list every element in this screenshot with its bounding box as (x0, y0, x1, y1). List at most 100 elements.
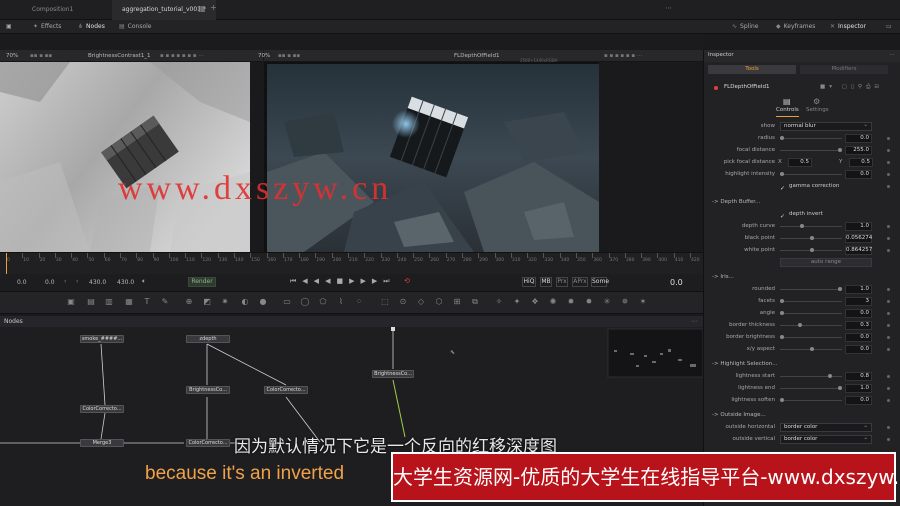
more-tabs-icon[interactable]: ⋯ (665, 4, 672, 12)
highlight-knob[interactable] (780, 172, 784, 176)
shape3d-tool-icon[interactable]: ⬡ (434, 297, 444, 307)
lightness-soften-knob[interactable] (780, 398, 784, 402)
lightness-start-keyframe-dot[interactable] (887, 375, 890, 378)
loader-tool-icon[interactable]: ▤ (86, 297, 96, 307)
light2-tool-icon[interactable]: ✦ (512, 297, 522, 307)
render3d-tool-icon[interactable]: ⧉ (470, 297, 480, 307)
show-dropdown[interactable]: normal blur (780, 122, 872, 131)
lightness-soften-value[interactable]: 0.0 (845, 396, 872, 405)
next-arrow-icon[interactable]: › (76, 278, 78, 285)
node-header-icons[interactable]: ■▾ ▢▯⚲⎙⊟ (820, 82, 883, 93)
depth-buffer-section[interactable]: -> Depth Buffer... (704, 197, 900, 208)
iris-header[interactable]: -> Iris... (712, 272, 734, 283)
highlight-value[interactable]: 0.0 (845, 170, 872, 179)
playback-controls-icon[interactable]: ⏮◀◀◀■▶▶▶⏭ (290, 277, 396, 286)
inspector-menu-icon[interactable]: ⋯ (890, 50, 896, 61)
merge3d-tool-icon[interactable]: ⊞ (452, 297, 462, 307)
merge-tool-icon[interactable]: ⊕ (184, 297, 194, 307)
highlight-selection-header[interactable]: -> Highlight Selection... (712, 359, 778, 370)
black-point-value[interactable]: 0.056274 (845, 234, 872, 243)
radius-knob[interactable] (780, 136, 784, 140)
pick-x-value[interactable]: 0.5 (788, 158, 812, 167)
lightness-soften-slider[interactable] (780, 398, 842, 402)
radius-value[interactable]: 0.0 (845, 134, 872, 143)
pick-keyframe-dot[interactable] (887, 161, 890, 164)
right-viewer-options-icon[interactable]: ▪▪ ▪ ▪▪ (278, 50, 300, 62)
border-brightness-knob[interactable] (780, 335, 784, 339)
lightness-end-slider[interactable] (780, 386, 842, 390)
effects-button[interactable]: ✦ Effects (33, 20, 61, 34)
border-thickness-value[interactable]: 0.3 (845, 321, 872, 330)
black-point-knob[interactable] (810, 236, 814, 240)
pkill-tool-icon[interactable]: ✳ (602, 297, 612, 307)
border-thickness-keyframe-dot[interactable] (887, 324, 890, 327)
xy-aspect-value[interactable]: 0.0 (845, 345, 872, 354)
prev-arrow-icon[interactable]: ‹ (64, 278, 66, 285)
loop-icon[interactable]: ⟲ (404, 277, 410, 285)
iris-section[interactable]: -> Iris... (704, 272, 900, 283)
grid-icon[interactable]: ▦ (198, 4, 206, 13)
some-button[interactable]: Some (591, 277, 609, 287)
node-color-dot[interactable] (714, 86, 718, 90)
camera-tool-icon[interactable]: ◇ (416, 297, 426, 307)
channel-tool-icon[interactable]: ◩ (202, 297, 212, 307)
radius-slider[interactable] (780, 136, 842, 140)
rounded-knob[interactable] (838, 287, 842, 291)
outside-horizontal-keyframe-dot[interactable] (887, 426, 890, 429)
outside-image-section[interactable]: -> Outside Image... (704, 410, 900, 421)
radius-keyframe-dot[interactable] (887, 137, 890, 140)
pemitter-tool-icon[interactable]: ❖ (530, 297, 540, 307)
blur-tool-icon[interactable]: ✷ (220, 297, 230, 307)
outside-vertical-dropdown[interactable]: border color (780, 435, 872, 444)
prender-tool-icon[interactable]: ✺ (548, 297, 558, 307)
current-frame[interactable]: 0.0 (670, 278, 683, 287)
facets-slider[interactable] (780, 299, 842, 303)
right-viewer-zoom[interactable]: 70% (258, 50, 270, 62)
drop-tool-icon[interactable]: ● (258, 297, 268, 307)
panel-toggle-icon[interactable]: ▣ (6, 20, 12, 34)
angle-slider[interactable] (780, 311, 842, 315)
angle-knob[interactable] (780, 311, 784, 315)
hiq-button[interactable]: HiQ (522, 277, 536, 287)
black-point-keyframe-dot[interactable] (887, 237, 890, 240)
white-point-knob[interactable] (810, 248, 814, 252)
pdirectional-tool-icon[interactable]: ✶ (638, 297, 648, 307)
mask-ellipse-tool-icon[interactable]: ◯ (300, 297, 310, 307)
border-brightness-keyframe-dot[interactable] (887, 336, 890, 339)
node-zdepth[interactable]: zdepth (186, 335, 230, 343)
keyframes-button[interactable]: ◆ Keyframes (776, 20, 815, 34)
facets-knob[interactable] (780, 299, 784, 303)
border-brightness-slider[interactable] (780, 335, 842, 339)
nodes-menu-icon[interactable]: ⋯ (691, 316, 697, 327)
left-viewer-tools-icon[interactable]: ▪ ▪ ▪ ▪ ▪ ▪ ▪ ⋯ (160, 50, 204, 62)
highlight-keyframe-dot[interactable] (887, 173, 890, 176)
focal-value[interactable]: 255.0 (845, 146, 872, 155)
prx-button[interactable]: Prx (556, 277, 568, 287)
pmerge-tool-icon[interactable]: ✵ (620, 297, 630, 307)
focal-keyframe-dot[interactable] (887, 149, 890, 152)
layout-icon[interactable]: ▭ (886, 20, 892, 34)
render-end-frame[interactable]: 430.0 (117, 279, 134, 286)
left-viewer[interactable] (0, 62, 263, 252)
right-viewer[interactable]: 2560×1440xRGBA (264, 58, 703, 252)
tab-composition1[interactable]: Composition1 (22, 0, 83, 20)
subtab-settings[interactable]: Settings (806, 105, 829, 116)
white-point-slider[interactable] (780, 248, 842, 252)
white-point-keyframe-dot[interactable] (887, 249, 890, 252)
gamma-checkbox[interactable]: ✓ (780, 183, 785, 194)
highlight-slider[interactable] (780, 172, 842, 176)
paint-tool-icon[interactable]: ✎ (160, 297, 170, 307)
depth-curve-slider[interactable] (780, 224, 842, 228)
rounded-keyframe-dot[interactable] (887, 288, 890, 291)
focal-knob[interactable] (838, 148, 842, 152)
background-tool-icon[interactable]: ▣ (66, 297, 76, 307)
aprx-button[interactable]: APrx (572, 277, 588, 287)
depth-curve-value[interactable]: 1.0 (845, 222, 872, 231)
border-brightness-value[interactable]: 0.0 (845, 333, 872, 342)
gamma-keyframe-dot[interactable] (887, 185, 890, 188)
lightness-start-slider[interactable] (780, 374, 842, 378)
text-tool-icon[interactable]: T (142, 297, 152, 307)
facets-value[interactable]: 3 (845, 297, 872, 306)
lightness-end-keyframe-dot[interactable] (887, 387, 890, 390)
xy-aspect-slider[interactable] (780, 347, 842, 351)
